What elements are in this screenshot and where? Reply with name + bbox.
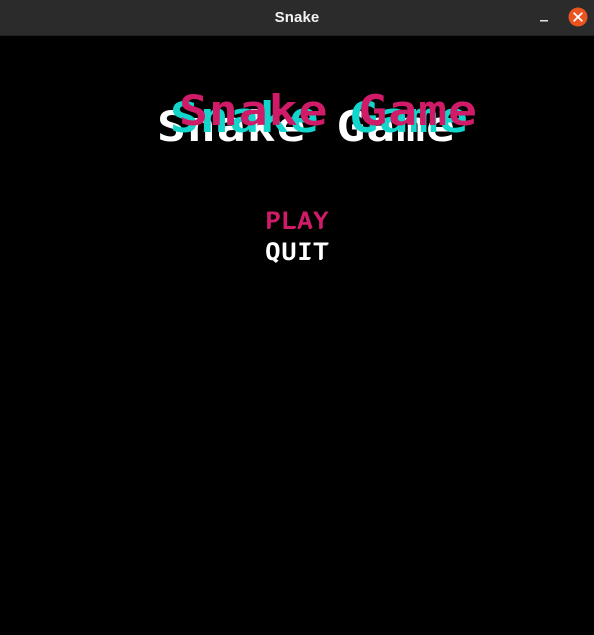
quit-menu-item[interactable]: QUIT — [245, 237, 349, 267]
play-menu-item[interactable]: PLAY — [245, 206, 349, 236]
close-button[interactable] — [568, 7, 588, 27]
play-label: PLAY — [264, 207, 330, 234]
snake-game-logo: Snake Game Snake Game Snake Game — [157, 90, 475, 151]
game-window: Snake Snake Game Snake Game Snake Game P… — [0, 0, 594, 635]
window-title: Snake — [274, 9, 320, 26]
logo-layer-magenta: Snake Game — [179, 90, 475, 135]
quit-label: QUIT — [264, 238, 330, 265]
game-canvas: Snake Game Snake Game Snake Game PLAY QU… — [0, 36, 594, 635]
minimize-icon — [540, 20, 548, 22]
window-titlebar[interactable]: Snake — [0, 0, 594, 36]
minimize-button[interactable] — [533, 8, 557, 28]
close-icon — [568, 7, 588, 27]
main-menu: PLAY QUIT — [0, 206, 594, 276]
game-logo: Snake Game Snake Game Snake Game — [145, 90, 475, 164]
